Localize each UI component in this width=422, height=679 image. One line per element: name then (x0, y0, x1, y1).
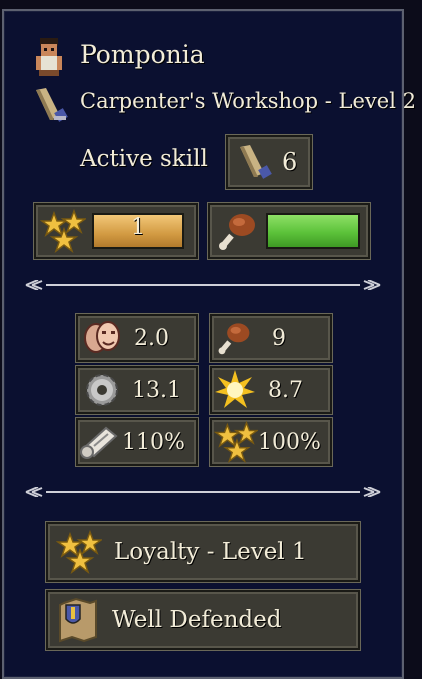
ornament-divider (25, 487, 381, 497)
stars-icon (39, 208, 88, 254)
character-name: Pomponia (80, 40, 205, 69)
starburst-icon (214, 369, 256, 411)
stat-value: 8.7 (268, 377, 303, 403)
stat-production[interactable]: 13.1 (76, 366, 198, 414)
meat-drumstick-icon (216, 319, 252, 357)
rank-value: 1 (131, 215, 145, 240)
stat-power[interactable]: 8.7 (210, 366, 332, 414)
active-skill-badge[interactable]: 6 (226, 135, 312, 189)
food-progress-bar (266, 213, 360, 249)
stat-value: 9 (272, 325, 286, 351)
stat-loyalty[interactable]: 100% (210, 418, 332, 466)
active-skill-value: 6 (282, 148, 298, 176)
saw-icon (234, 143, 274, 181)
theater-masks-icon (80, 318, 124, 358)
active-skill-label: Active skill (80, 146, 208, 172)
stars-icon (55, 529, 104, 575)
trait-loyalty[interactable]: Loyalty - Level 1 (46, 522, 360, 582)
avatar (30, 36, 68, 78)
trait-label: Well Defended (112, 607, 282, 633)
shield-map-icon (56, 597, 100, 643)
scroll-icon (80, 422, 120, 462)
ornament-divider (25, 280, 381, 290)
stat-value: 100% (258, 429, 321, 455)
saw-icon (30, 86, 70, 124)
meat-drumstick-icon (216, 210, 258, 252)
stat-happiness[interactable]: 2.0 (76, 314, 198, 362)
trait-well-defended[interactable]: Well Defended (46, 590, 360, 650)
stars-icon (213, 420, 260, 464)
stat-value: 2.0 (134, 325, 169, 351)
gear-icon (82, 370, 122, 410)
food-bar-box[interactable] (208, 203, 370, 259)
food-progress-fill (268, 215, 358, 247)
stat-food[interactable]: 9 (210, 314, 332, 362)
workshop-label: Carpenter's Workshop - Level 2 (80, 89, 416, 113)
trait-label: Loyalty - Level 1 (114, 539, 307, 565)
stat-value: 13.1 (132, 377, 181, 403)
stat-value: 110% (122, 429, 185, 455)
rank-bar-box[interactable]: 1 (34, 203, 198, 259)
stat-scroll[interactable]: 110% (76, 418, 198, 466)
